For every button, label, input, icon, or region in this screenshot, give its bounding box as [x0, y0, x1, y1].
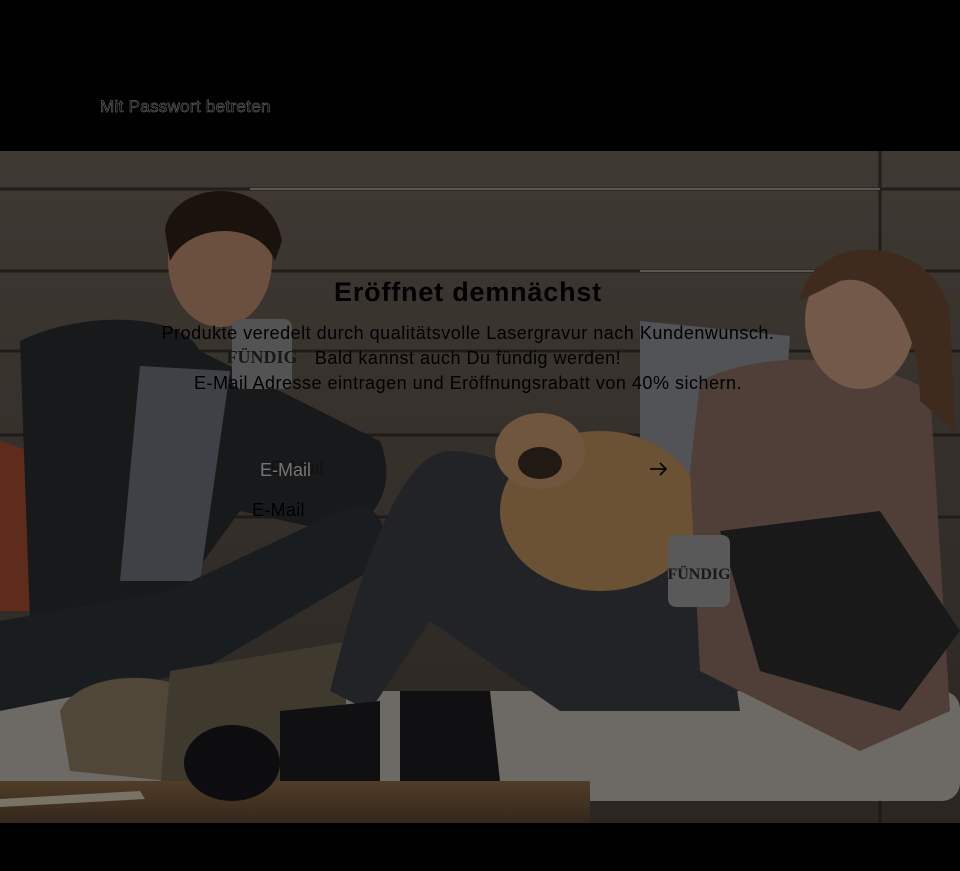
submit-button[interactable]: [642, 453, 674, 485]
email-input[interactable]: [258, 449, 642, 491]
newsletter-form: E-Mail: [258, 449, 678, 491]
arrow-right-icon: [650, 462, 668, 476]
header: Mit Passwort betreten: [0, 0, 960, 151]
hero-content: Eröffnet demnächst Produkte veredelt dur…: [0, 151, 960, 823]
password-link-label: Mit Passwort betreten: [100, 97, 271, 117]
email-field-label-secondary: E-Mail: [252, 500, 305, 520]
description-line: E-Mail Adresse eintragen und Eröffnungsr…: [194, 373, 742, 393]
footer-bar: [0, 823, 960, 871]
description-line: Bald kannst auch Du fündig werden!: [314, 348, 622, 368]
password-page: Mit Passwort betreten FÜNDIG FÜNDIG Eröf…: [0, 0, 960, 871]
hero-description: Produkte veredelt durch qualitätsvolle L…: [160, 321, 776, 396]
page-title: Eröffnet demnächst: [334, 277, 602, 308]
enter-with-password-link[interactable]: Mit Passwort betreten: [100, 97, 271, 117]
description-line: Produkte veredelt durch qualitätsvolle L…: [161, 323, 775, 343]
